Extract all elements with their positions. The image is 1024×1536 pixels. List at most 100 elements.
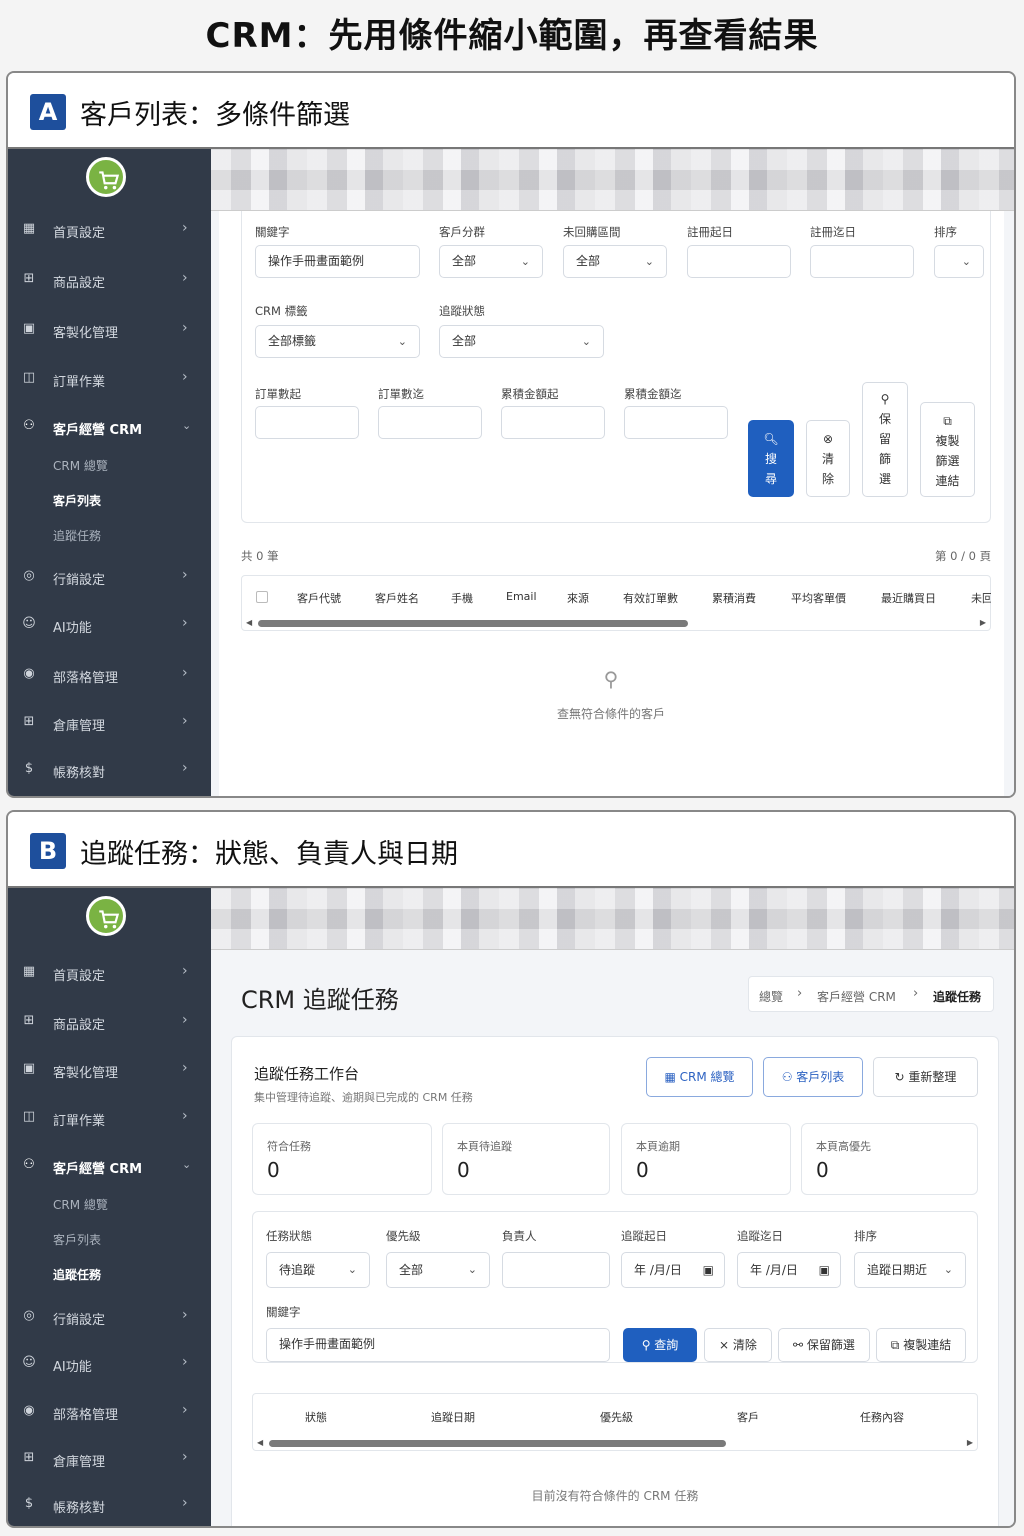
customer-list-button[interactable]: ⚇ 客戶列表 [763, 1057, 863, 1097]
th-email[interactable]: Email [506, 590, 537, 603]
th-customer-id[interactable]: 客戶代號 [297, 590, 341, 606]
sidebar-item-orders[interactable]: ◫ 訂單作業 › [8, 1100, 211, 1136]
track-status-select[interactable]: 全部 ⌄ [439, 325, 604, 358]
horizontal-scrollbar[interactable]: ◀ ▶ [242, 616, 990, 630]
stat-value: 0 [816, 1158, 829, 1182]
copy-filter-link-button[interactable]: ⧉ 複製 篩選 連結 [920, 402, 975, 497]
scroll-right-icon[interactable]: ▶ [980, 618, 986, 627]
th-no-return[interactable]: 未回 [971, 590, 991, 606]
sidebar-item-accounting[interactable]: $ 帳務核對 › [8, 1487, 211, 1523]
save-filter-label: 保留篩選 [806, 1338, 855, 1352]
sidebar-item-crm[interactable]: ⚇ 客戶經營 CRM ⌄ [8, 409, 211, 445]
task-table: 狀態 追蹤日期 優先級 客戶 任務內容 ◀ ▶ [252, 1393, 978, 1451]
chevron-right-icon: › [182, 713, 188, 729]
sidebar-sub-crm-overview[interactable]: CRM 總覽 [53, 457, 108, 474]
save-filter-button[interactable]: ⚯ 保留篩選 [778, 1328, 870, 1362]
clear-button[interactable]: ⊗ 清 除 [806, 420, 850, 497]
segment-label: 客戶分群 [439, 225, 485, 239]
breadcrumb-crm[interactable]: 客戶經營 CRM [817, 988, 896, 1005]
keyword-input[interactable]: 操作手冊畫面範例 [266, 1328, 610, 1362]
orders-max-label: 訂單數迄 [378, 387, 424, 401]
calendar-icon[interactable]: ▣ [703, 1253, 714, 1287]
th-task-content[interactable]: 任務內容 [860, 1409, 904, 1425]
chevron-right-icon: › [182, 1307, 188, 1323]
sidebar-item-custom[interactable]: ▣ 客製化管理 › [8, 312, 211, 348]
sidebar-item-blog[interactable]: ◉ 部落格管理 › [8, 1394, 211, 1430]
th-total-spend[interactable]: 累積消費 [712, 590, 756, 606]
reg-start-input[interactable] [687, 245, 791, 278]
orders-max-input[interactable] [378, 406, 482, 439]
segment-select[interactable]: 全部 ⌄ [439, 245, 543, 278]
query-button[interactable]: ⚲ 查詢 [623, 1328, 697, 1362]
horizontal-scrollbar[interactable]: ◀ ▶ [253, 1436, 977, 1450]
select-all-checkbox[interactable] [256, 591, 268, 603]
amount-min-input[interactable] [501, 406, 605, 439]
th-avg-order[interactable]: 平均客單價 [791, 590, 846, 606]
sidebar-item-marketing[interactable]: ◎ 行銷設定 › [8, 559, 211, 595]
th-track-date[interactable]: 追蹤日期 [431, 1409, 475, 1425]
scrollbar-thumb[interactable] [269, 1440, 726, 1447]
scroll-left-icon[interactable]: ◀ [246, 618, 252, 627]
shop-logo[interactable] [86, 157, 126, 197]
save-filter-button[interactable]: ⚲ 保 留 篩 選 [862, 382, 908, 497]
sidebar-item-products[interactable]: ⊞ 商品設定 › [8, 262, 211, 298]
sidebar-sub-customer-list[interactable]: 客戶列表 [53, 492, 101, 509]
th-customer[interactable]: 客戶 [737, 1409, 759, 1425]
refresh-button[interactable]: ↻ 重新整理 [873, 1057, 978, 1097]
scroll-right-icon[interactable]: ▶ [967, 1438, 973, 1447]
th-last-purchase[interactable]: 最近購買日 [881, 590, 936, 606]
sidebar-item-home[interactable]: ▦ 首頁設定 › [8, 955, 211, 991]
sidebar-item-custom[interactable]: ▣ 客製化管理 › [8, 1052, 211, 1088]
sidebar-item-label: 帳務核對 [53, 1501, 106, 1516]
date-end-input[interactable]: 年 /月/日 ▣ [737, 1252, 841, 1288]
reg-end-input[interactable] [810, 245, 914, 278]
th-phone[interactable]: 手機 [451, 590, 473, 606]
clear-button[interactable]: ⨯ 清除 [704, 1328, 772, 1362]
th-customer-name[interactable]: 客戶姓名 [375, 590, 419, 606]
crm-tag-select[interactable]: 全部標籤 ⌄ [255, 325, 420, 358]
amount-max-input[interactable] [624, 406, 728, 439]
keyword-input[interactable]: 操作手冊畫面範例 [255, 245, 420, 278]
scrollbar-thumb[interactable] [258, 620, 688, 627]
sidebar-item-warehouse[interactable]: ⊞ 倉庫管理 › [8, 1441, 211, 1477]
sidebar-item-marketing[interactable]: ◎ 行銷設定 › [8, 1299, 211, 1335]
search-button[interactable]: 🔍︎ 搜 尋 [748, 420, 794, 497]
scroll-left-icon[interactable]: ◀ [257, 1438, 263, 1447]
sidebar-item-orders[interactable]: ◫ 訂單作業 › [8, 361, 211, 397]
orders-min-input[interactable] [255, 406, 359, 439]
sidebar-sub-customer-list[interactable]: 客戶列表 [53, 1231, 101, 1248]
sidebar-sub-crm-overview[interactable]: CRM 總覽 [53, 1196, 108, 1213]
calendar-icon[interactable]: ▣ [819, 1253, 830, 1287]
sidebar-item-accounting[interactable]: $ 帳務核對 › [8, 752, 211, 788]
copy-link-button[interactable]: ⧉ 複製連結 [876, 1328, 966, 1362]
status-select[interactable]: 待追蹤 ⌄ [266, 1252, 370, 1288]
owner-input[interactable] [502, 1252, 610, 1288]
sort-select[interactable]: ⌄ [934, 245, 984, 278]
panel-b-badge: B [30, 833, 66, 869]
breadcrumb-overview[interactable]: 總覽 [759, 988, 783, 1005]
chevron-right-icon: › [182, 320, 188, 336]
sidebar-item-warehouse[interactable]: ⊞ 倉庫管理 › [8, 705, 211, 741]
empty-state-text: 查無符合條件的客戶 [556, 707, 665, 721]
date-start-input[interactable]: 年 /月/日 ▣ [621, 1252, 725, 1288]
th-valid-orders[interactable]: 有效訂單數 [623, 590, 678, 606]
sort-select[interactable]: 追蹤日期近 ⌄ [854, 1252, 966, 1288]
priority-select[interactable]: 全部 ⌄ [386, 1252, 490, 1288]
sidebar-item-blog[interactable]: ◉ 部落格管理 › [8, 657, 211, 693]
th-priority[interactable]: 優先級 [600, 1409, 633, 1425]
clear-label: 清除 [732, 1338, 757, 1352]
tracking-tasks-content: CRM 追蹤任務 總覽 › 客戶經營 CRM › 追蹤任務 追蹤任務工作台 集中… [211, 950, 1014, 1526]
shop-logo[interactable] [86, 896, 126, 936]
th-source[interactable]: 來源 [567, 590, 589, 606]
sidebar-item-crm[interactable]: ⚇ 客戶經營 CRM ⌄ [8, 1148, 211, 1184]
copy-icon: ⧉ [890, 1338, 904, 1352]
sidebar-item-ai[interactable]: ☺ AI功能 › [8, 1346, 211, 1382]
sidebar-item-home[interactable]: ▦ 首頁設定 › [8, 212, 211, 248]
sidebar-item-ai[interactable]: ☺ AI功能 › [8, 607, 211, 643]
sidebar-sub-tracking-tasks[interactable]: 追蹤任務 [53, 1266, 101, 1283]
th-status[interactable]: 狀態 [305, 1409, 327, 1425]
crm-overview-button[interactable]: ▦ CRM 總覽 [646, 1057, 753, 1097]
sidebar-sub-tracking-tasks[interactable]: 追蹤任務 [53, 527, 101, 544]
no-purchase-select[interactable]: 全部 ⌄ [563, 245, 667, 278]
sidebar-item-products[interactable]: ⊞ 商品設定 › [8, 1004, 211, 1040]
